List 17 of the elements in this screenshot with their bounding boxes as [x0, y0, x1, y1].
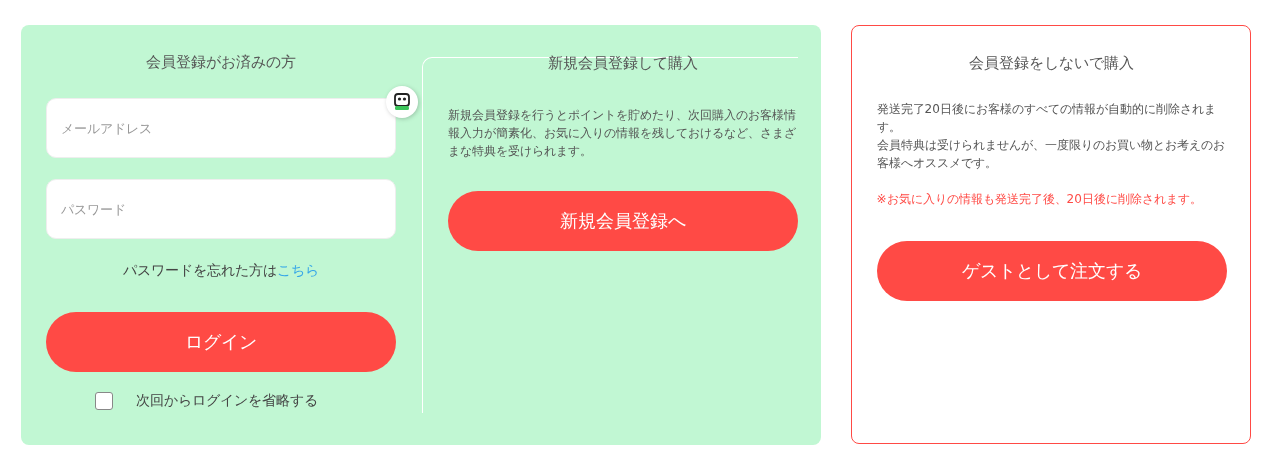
email-field[interactable]: メールアドレス [46, 98, 396, 158]
guest-order-button[interactable]: ゲストとして注文する [876, 241, 1227, 301]
remember-checkbox[interactable] [94, 392, 113, 410]
warning-text: ※お気に入りの情報も発送完了後、20日後に削除されます。 [876, 191, 1203, 208]
forgot-link[interactable]: こちら [277, 262, 319, 278]
forgot-text: パスワードを忘れた方は [123, 262, 277, 278]
section-title: 会員登録をしないで購入 [969, 53, 1134, 73]
section-title: 会員登録がお済みの方 [146, 52, 296, 72]
login-button[interactable]: ログイン [46, 312, 396, 372]
section-title: 新規会員登録して購入 [548, 53, 698, 73]
register-button[interactable]: 新規会員登録へ [448, 191, 798, 251]
info-text: 発送完了20日後にお客様のすべての情報が自動的に削除されます。 [876, 101, 1217, 136]
password-field[interactable]: パスワード [46, 179, 396, 239]
remember-label: 次回からログインを省略する [135, 392, 318, 410]
info-text: 会員特典は受けられませんが、一度限りのお買い物とお考えのお客様へオススメです。 [876, 137, 1226, 172]
robot-icon[interactable] [385, 85, 419, 119]
description-text: 新規会員登録を行うとポイントを貯めたり、次回購入のお客様情報入力が簡素化、お気に入りの情報を残しておけるなど、さまざまな特典を受けられます。 [448, 107, 797, 160]
